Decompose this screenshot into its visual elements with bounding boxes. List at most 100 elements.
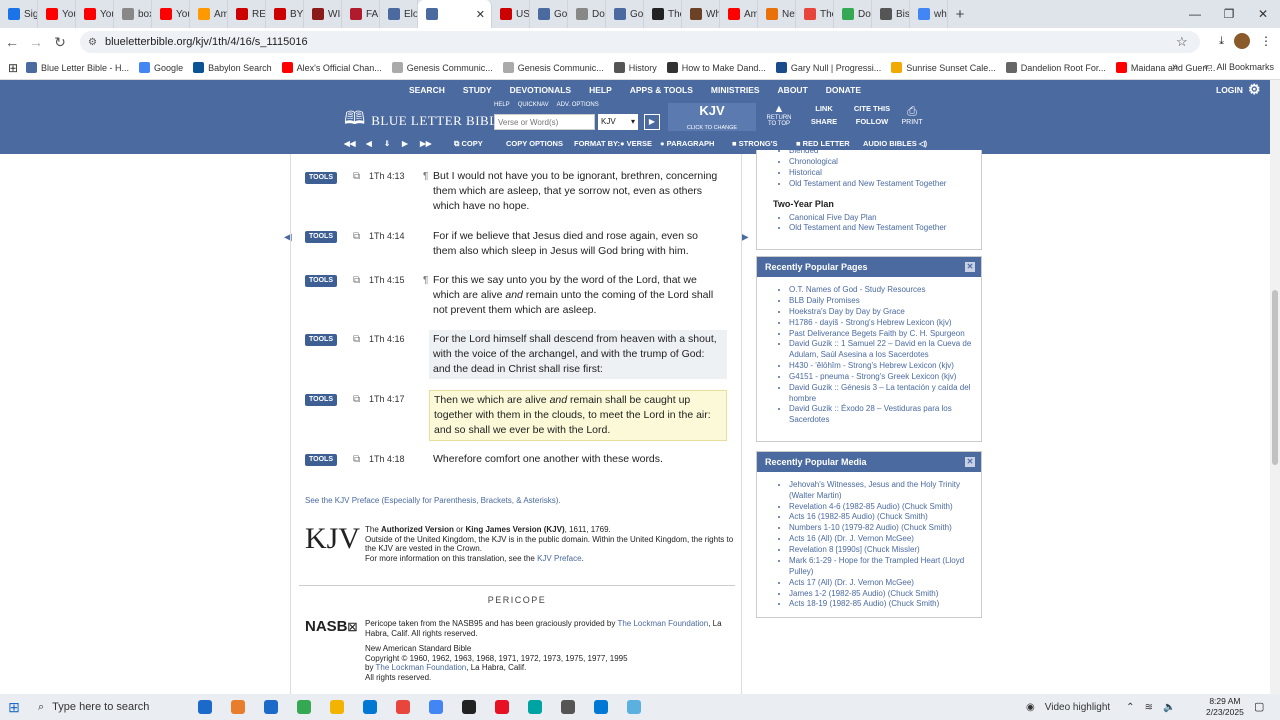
nav-item-help[interactable]: HELP bbox=[589, 85, 612, 95]
link-button[interactable]: LINK bbox=[804, 104, 844, 113]
taskbar-app-icon[interactable] bbox=[584, 694, 617, 720]
copy-button[interactable]: ⧉ COPY bbox=[454, 139, 483, 149]
next-chapter-icon[interactable]: ▶▶ bbox=[420, 139, 432, 148]
settings-gear-icon[interactable]: ⚙ bbox=[1248, 81, 1261, 98]
apps-grid-icon[interactable]: ⊞ bbox=[0, 61, 26, 75]
browser-tab[interactable]: WIS bbox=[304, 0, 342, 28]
close-icon[interactable]: ✕ bbox=[965, 457, 975, 467]
sidebar-link[interactable]: Past Deliverance Begets Faith by C. H. S… bbox=[789, 329, 973, 340]
tools-button[interactable]: TOOLS bbox=[305, 172, 337, 184]
kjv-preface-link[interactable]: See the KJV Preface (Especially for Pare… bbox=[305, 496, 561, 505]
nav-item-donate[interactable]: DONATE bbox=[826, 85, 861, 95]
sidebar-link[interactable]: Canonical Five Day Plan bbox=[789, 213, 973, 224]
wifi-icon[interactable]: ≋ bbox=[1145, 702, 1153, 713]
bookmark-item[interactable]: Maidana and Guerr... bbox=[1115, 62, 1215, 73]
bookmark-item[interactable]: Blue Letter Bible - H... bbox=[26, 62, 129, 73]
browser-tab[interactable]: The bbox=[644, 0, 682, 28]
sidebar-link[interactable]: Revelation 8 [1990s] (Chuck Missler) bbox=[789, 545, 973, 556]
tools-button[interactable]: TOOLS bbox=[305, 231, 337, 243]
browser-tab[interactable]: You bbox=[38, 0, 76, 28]
taskbar-app-icon[interactable] bbox=[254, 694, 287, 720]
sidebar-link[interactable]: James 1-2 (1982-85 Audio) (Chuck Smith) bbox=[789, 589, 973, 600]
site-info-icon[interactable]: ⚙ bbox=[88, 37, 97, 48]
lockman-link[interactable]: The Lockman Foundation bbox=[617, 619, 708, 628]
adv-options-link[interactable]: ADV. OPTIONS bbox=[557, 102, 599, 108]
verse-reference[interactable]: 1Th 4:18 bbox=[369, 454, 405, 464]
tools-button[interactable]: TOOLS bbox=[305, 334, 337, 346]
browser-tab[interactable]: Am bbox=[190, 0, 228, 28]
taskbar-app-icon[interactable] bbox=[617, 694, 650, 720]
sidebar-link[interactable]: H1786 - dayiš - Strong's Hebrew Lexicon … bbox=[789, 318, 973, 329]
video-highlight-label[interactable]: Video highlight bbox=[1045, 702, 1110, 713]
forward-arrow-icon[interactable]: → bbox=[24, 34, 48, 50]
scrollbar-thumb[interactable] bbox=[1272, 290, 1278, 465]
back-arrow-icon[interactable]: ← bbox=[0, 34, 24, 50]
nav-item-about[interactable]: ABOUT bbox=[778, 85, 808, 95]
sidebar-link[interactable]: David Guzik :: Génesis 3 – La tentación … bbox=[789, 383, 973, 404]
sidebar-link[interactable]: Old Testament and New Testament Together bbox=[789, 223, 973, 234]
follow-button[interactable]: FOLLOW bbox=[850, 117, 894, 126]
verse-reference[interactable]: 1Th 4:13 bbox=[369, 171, 405, 181]
verse-format-toggle[interactable]: ● VERSE bbox=[620, 139, 652, 148]
return-to-top-button[interactable]: ▲ RETURN TO TOP bbox=[764, 103, 794, 127]
browser-tab[interactable]: Goi bbox=[606, 0, 644, 28]
sidebar-link[interactable]: Historical bbox=[789, 168, 973, 179]
quicknav-link[interactable]: QUICKNAV bbox=[518, 102, 549, 108]
all-bookmarks-button[interactable]: ▭ All Bookmarks bbox=[1204, 61, 1274, 72]
browser-tab[interactable]: New bbox=[758, 0, 796, 28]
bookmark-item[interactable]: Babylon Search bbox=[193, 62, 272, 73]
sidebar-link[interactable]: G4151 - pneuma - Strong's Greek Lexicon … bbox=[789, 372, 973, 383]
taskbar-app-icon[interactable] bbox=[386, 694, 419, 720]
version-select[interactable]: KJV ▾ bbox=[598, 114, 638, 130]
browser-tab[interactable]: Elon bbox=[380, 0, 418, 28]
cite-button[interactable]: CITE THIS bbox=[850, 104, 894, 113]
clock[interactable]: 8:29 AM 2/23/2025 bbox=[1206, 696, 1244, 718]
taskbar-app-icon[interactable] bbox=[485, 694, 518, 720]
browser-tab[interactable]: USA bbox=[492, 0, 530, 28]
copy-icon[interactable]: ⧉ bbox=[353, 231, 360, 242]
browser-tab[interactable]: Goi bbox=[530, 0, 568, 28]
kjv-preface-inline-link[interactable]: KJV Preface bbox=[537, 554, 581, 563]
browser-tab[interactable]: You bbox=[76, 0, 114, 28]
copy-icon[interactable]: ⧉ bbox=[353, 275, 360, 286]
reload-icon[interactable]: ↻ bbox=[48, 34, 72, 51]
nav-item-ministries[interactable]: MINISTRIES bbox=[711, 85, 760, 95]
sidebar-link[interactable]: Chronological bbox=[789, 157, 973, 168]
tools-button[interactable]: TOOLS bbox=[305, 394, 337, 406]
verse-reference[interactable]: 1Th 4:14 bbox=[369, 231, 405, 241]
tray-overflow-icon[interactable]: ⌃ bbox=[1126, 702, 1134, 713]
search-go-button[interactable]: ▶ bbox=[644, 114, 660, 130]
nav-item-study[interactable]: STUDY bbox=[463, 85, 492, 95]
sidebar-link[interactable]: Old Testament and New Testament Together bbox=[789, 179, 973, 190]
audio-down-icon[interactable]: ⇓ bbox=[384, 139, 390, 148]
browser-tab[interactable]: You bbox=[152, 0, 190, 28]
bookmark-item[interactable]: Google bbox=[139, 62, 183, 73]
bookmark-item[interactable]: Alex's Official Chan... bbox=[281, 62, 382, 73]
sidebar-link[interactable]: Acts 18-19 (1982-85 Audio) (Chuck Smith) bbox=[789, 599, 973, 610]
browser-tab[interactable]: RES bbox=[228, 0, 266, 28]
verse-reference[interactable]: 1Th 4:15 bbox=[369, 275, 405, 285]
copy-icon[interactable]: ⧉ bbox=[353, 454, 360, 465]
video-highlight-icon[interactable]: ◉ bbox=[1026, 702, 1035, 713]
bookmark-item[interactable]: Gary Null | Progressi... bbox=[775, 62, 881, 73]
taskbar-app-icon[interactable] bbox=[551, 694, 584, 720]
sidebar-link[interactable]: BLB Daily Promises bbox=[789, 296, 973, 307]
bookmark-star-icon[interactable]: ☆ bbox=[1176, 34, 1188, 50]
sidebar-link[interactable]: David Guzik :: Éxodo 28 – Vestiduras par… bbox=[789, 404, 973, 425]
taskbar-app-icon[interactable] bbox=[419, 694, 452, 720]
sidebar-link[interactable]: David Guzik :: 1 Samuel 22 – David en la… bbox=[789, 339, 973, 360]
sidebar-link[interactable]: Acts 17 (All) (Dr. J. Vernon McGee) bbox=[789, 578, 973, 589]
verse-search-input[interactable] bbox=[494, 114, 595, 130]
taskbar-app-icon[interactable] bbox=[287, 694, 320, 720]
next-verse-icon[interactable]: ▶ bbox=[402, 139, 408, 148]
browser-tab[interactable]: Sign bbox=[0, 0, 38, 28]
sidebar-link[interactable]: Revelation 4-6 (1982-85 Audio) (Chuck Sm… bbox=[789, 502, 973, 513]
notifications-icon[interactable]: ▢ bbox=[1254, 700, 1264, 713]
taskbar-app-icon[interactable] bbox=[188, 694, 221, 720]
browser-tab[interactable]: FAM bbox=[342, 0, 380, 28]
sidebar-link[interactable]: Mark 6:1-29 - Hope for the Trampled Hear… bbox=[789, 556, 973, 577]
verse-reference[interactable]: 1Th 4:16 bbox=[369, 334, 405, 344]
prev-verse-icon[interactable]: ◀ bbox=[366, 139, 372, 148]
bookmark-item[interactable]: Genesis Communic... bbox=[391, 62, 493, 73]
nav-item-devotionals[interactable]: DEVOTIONALS bbox=[510, 85, 571, 95]
